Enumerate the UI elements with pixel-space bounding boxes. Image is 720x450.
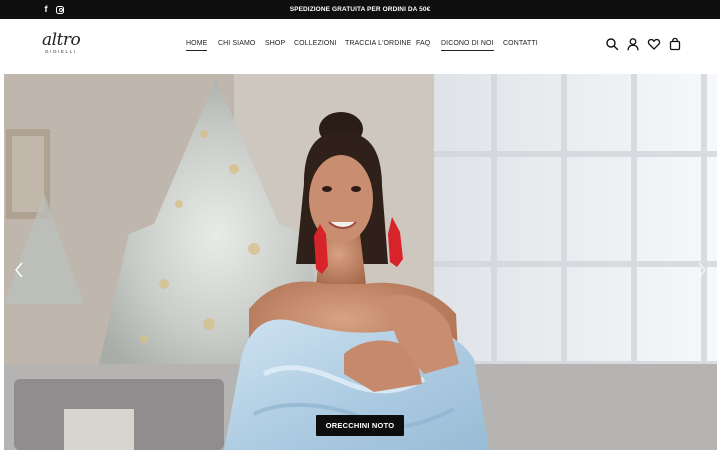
promo-text: SPEDIZIONE GRATUITA PER ORDINI DA 50€ [289,6,431,13]
announcement-bar: f SPEDIZIONE GRATUITA PER ORDINI DA 50€ [0,0,720,19]
chevron-left-icon[interactable] [12,261,26,279]
user-icon[interactable] [626,37,640,51]
nav-faq[interactable]: FAQ [416,39,430,49]
site-header: altro GIOIELLI HOME CHI SIAMO SHOP COLLE… [0,19,720,74]
hero-slider: ORECCHINI NOTO [4,74,717,450]
bag-icon[interactable] [668,37,682,51]
search-icon[interactable] [605,37,619,51]
nav-contatti[interactable]: CONTATTI [503,39,538,49]
chevron-right-icon[interactable] [695,261,709,279]
hero-cta-button[interactable]: ORECCHINI NOTO [316,415,404,436]
nav-shop[interactable]: SHOP [265,39,285,49]
nav-dicono-di-noi[interactable]: DICONO DI NOI [441,39,494,51]
heart-icon[interactable] [647,37,661,51]
nav-chi-siamo[interactable]: CHI SIAMO [218,39,255,49]
hero-image [4,74,717,450]
nav-traccia-ordine[interactable]: TRACCIA L'ORDINE [345,39,411,49]
nav-home[interactable]: HOME [186,39,208,51]
nav-collezioni[interactable]: COLLEZIONI [294,39,337,49]
